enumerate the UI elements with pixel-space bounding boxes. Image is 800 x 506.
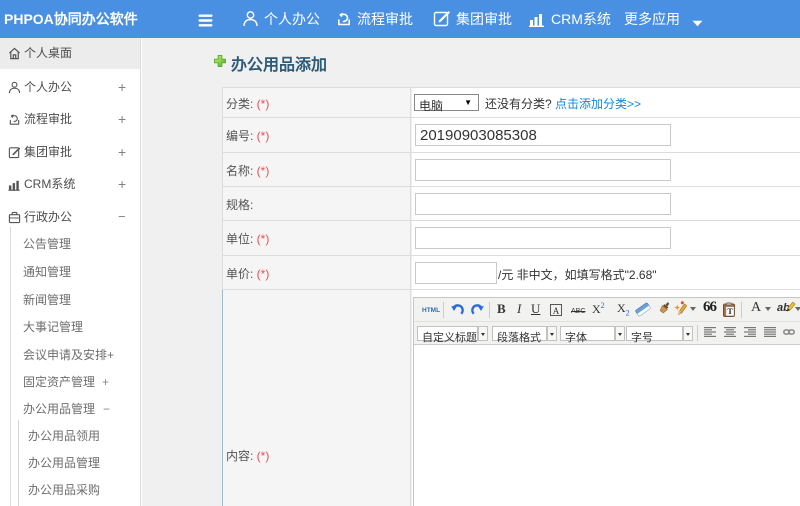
svg-text:T: T [727, 307, 733, 316]
